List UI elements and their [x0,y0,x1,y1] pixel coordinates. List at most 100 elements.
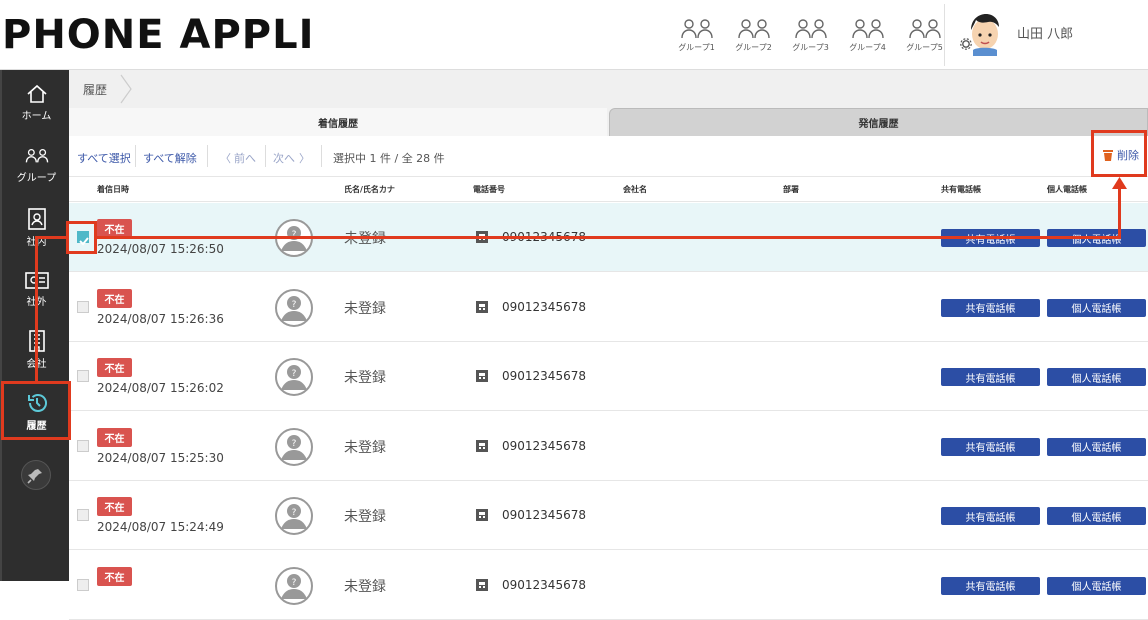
group-icon [851,19,884,39]
table-header: 着信日時 氏名/氏名カナ 電話番号 会社名 部署 共有電話帳 個人電話帳 [69,177,1148,202]
group-label: グループ4 [849,43,886,52]
chevron-right-icon: 〉 [299,152,310,165]
row-checkbox[interactable] [77,509,89,521]
group-shortcuts: グループ1 グループ2 グループ3 グループ4 グループ5 [668,18,953,53]
call-datetime: 2024/08/07 15:26:50 [97,242,224,256]
toolbar: すべて選択 すべて解除 〈 前へ 次へ 〉 選択中 1 件 / 全 28 件 削… [69,136,1148,177]
col-department: 部署 [783,185,799,194]
table-row[interactable]: 不在 2024/08/07 15:26:36 ? 未登録 09012345678… [69,272,1148,342]
table-row[interactable]: 不在 ? 未登録 09012345678 共有電話帳 個人電話帳 [69,550,1148,620]
phone-number[interactable]: 09012345678 [502,300,586,314]
add-personal-book-button[interactable]: 個人電話帳 [1047,507,1146,525]
group-label: グループ2 [735,43,772,52]
add-shared-book-button[interactable]: 共有電話帳 [941,437,1040,456]
divider [265,145,266,167]
status-badge: 不在 [97,497,132,516]
group-icon [737,19,770,39]
status-badge: 不在 [97,427,132,447]
settings-gear-icon[interactable] [960,38,972,50]
group-shortcut-1[interactable]: グループ1 [668,18,725,53]
svg-text:?: ? [292,300,297,310]
row-checkbox[interactable] [77,578,89,591]
sidebar-item-label: グループ [16,173,57,184]
contact-name[interactable]: 未登録 [344,298,386,318]
unknown-person-icon: ? [275,566,313,605]
main-content: 履歴 着信履歴 発信履歴 すべて選択 すべて解除 〈 前へ 次へ 〉 選択中 1… [69,70,1148,620]
arrow-line [1118,186,1121,239]
unknown-person-icon: ? [275,358,313,396]
history-tabs: 着信履歴 発信履歴 [69,108,1148,136]
svg-text:?: ? [292,508,297,518]
group-shortcut-3[interactable]: グループ3 [782,18,839,53]
contact-card-icon [27,208,46,230]
breadcrumb-item[interactable]: 履歴 [83,81,107,98]
arrow-line [97,236,1121,239]
highlight-box [1,381,71,440]
col-name: 氏名/氏名カナ [344,185,395,194]
home-icon [26,84,47,103]
user-avatar[interactable] [960,10,1006,60]
call-datetime: 2024/08/07 15:25:30 [97,450,224,465]
call-datetime: 2024/08/07 15:26:36 [97,311,224,326]
status-badge: 不在 [97,288,132,308]
divider [321,145,322,167]
pin-button[interactable] [21,460,51,490]
add-personal-book-button[interactable]: 個人電話帳 [1047,576,1146,595]
add-shared-book-button[interactable]: 共有電話帳 [941,368,1040,386]
phone-number[interactable]: 09012345678 [502,578,586,592]
user-name: 山田 八郎 [1017,27,1074,42]
unknown-person-icon: ? [275,288,313,327]
top-bar: PHONE APPLI グループ1 グループ2 グループ3 グループ4 グループ… [0,0,1148,70]
add-personal-book-button[interactable]: 個人電話帳 [1047,298,1146,317]
arrow-line [35,236,38,381]
divider [135,145,136,167]
row-checkbox[interactable] [77,439,89,452]
group-shortcut-2[interactable]: グループ2 [725,18,782,53]
col-company: 会社名 [623,185,647,194]
contact-name[interactable]: 未登録 [344,367,386,387]
next-page-button[interactable]: 次へ [273,150,295,166]
add-personal-book-button[interactable]: 個人電話帳 [1047,437,1146,456]
status-badge: 不在 [97,566,132,586]
add-shared-book-button[interactable]: 共有電話帳 [941,298,1040,317]
contact-name[interactable]: 未登録 [344,437,386,457]
sidebar-item-home[interactable]: ホーム [2,84,71,122]
phone-icon [476,509,488,521]
app-logo: PHONE APPLI [2,12,315,58]
col-personal-book: 個人電話帳 [1047,185,1087,194]
table-row[interactable]: 不在 2024/08/07 15:25:30 ? 未登録 09012345678… [69,411,1148,481]
pin-icon [27,469,42,484]
tab-incoming[interactable]: 着信履歴 [69,108,607,136]
contact-name[interactable]: 未登録 [344,506,386,526]
prev-page-button[interactable]: 前へ [234,150,256,166]
add-personal-book-button[interactable]: 個人電話帳 [1047,368,1146,386]
col-shared-book: 共有電話帳 [941,185,981,194]
group-icon [25,149,48,163]
phone-number[interactable]: 09012345678 [502,369,586,383]
chevron-right-icon [120,74,132,104]
highlight-box [66,221,97,254]
group-shortcut-4[interactable]: グループ4 [839,18,896,53]
selection-status: 選択中 1 件 / 全 28 件 [333,152,445,165]
deselect-all-button[interactable]: すべて解除 [143,150,197,166]
tab-outgoing[interactable]: 発信履歴 [609,108,1148,136]
phone-icon [476,370,488,382]
sidebar-item-group[interactable]: グループ [2,146,71,184]
sidebar-item-label: ホーム [21,111,52,122]
contact-name[interactable]: 未登録 [344,576,386,596]
phone-icon [476,300,488,313]
table-row[interactable]: 不在 2024/08/07 15:26:02 ? 未登録 09012345678… [69,342,1148,411]
add-shared-book-button[interactable]: 共有電話帳 [941,576,1040,595]
select-all-button[interactable]: すべて選択 [77,150,131,166]
group-label: グループ3 [792,43,829,52]
row-checkbox[interactable] [77,300,89,313]
arrow-line [35,236,66,239]
chevron-left-icon: 〈 [220,152,231,165]
phone-number[interactable]: 09012345678 [502,439,586,453]
table-row[interactable]: 不在 2024/08/07 15:24:49 ? 未登録 09012345678… [69,481,1148,550]
divider [207,145,208,167]
add-shared-book-button[interactable]: 共有電話帳 [941,507,1040,525]
phone-number[interactable]: 09012345678 [502,508,586,522]
svg-text:?: ? [292,369,297,379]
row-checkbox[interactable] [77,370,89,382]
